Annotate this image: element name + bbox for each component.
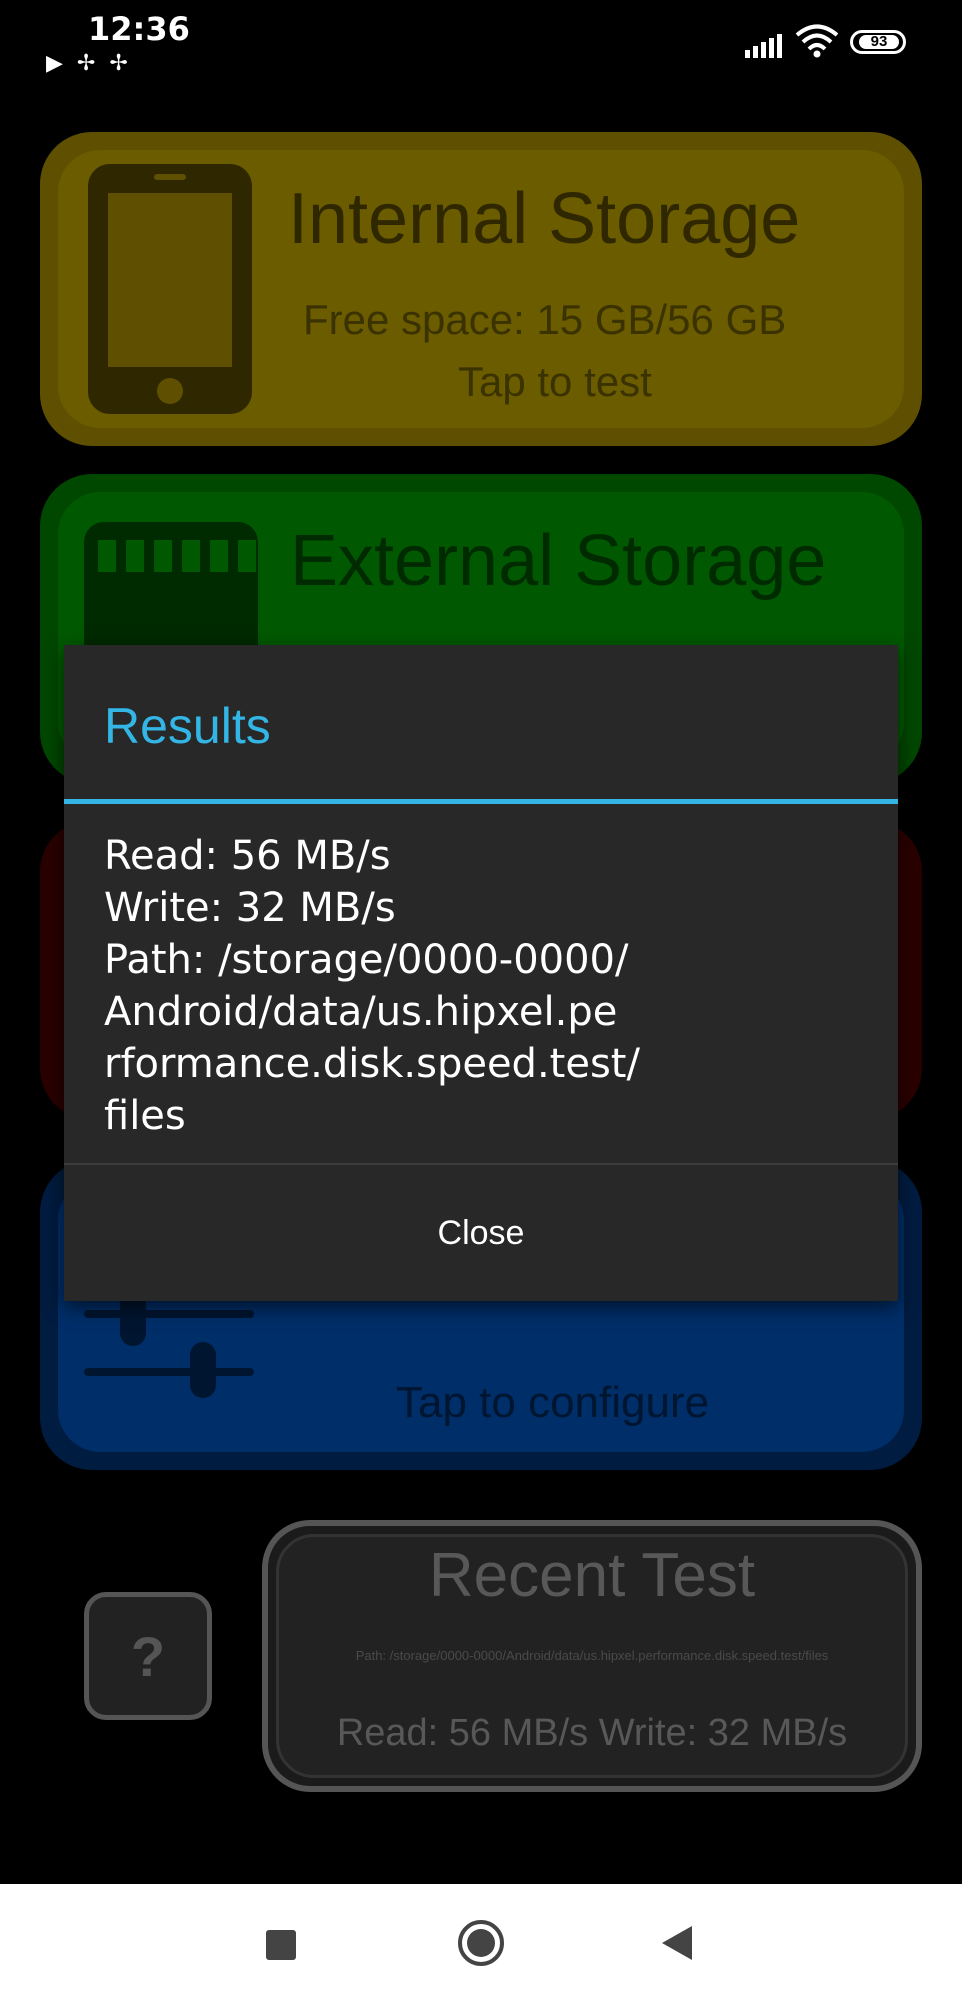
results-dialog: Results Read: 56 MB/s Write: 32 MB/s Pat… — [64, 645, 898, 1301]
battery-icon: 93 — [850, 30, 906, 54]
play-store-icon: ▶ — [46, 50, 63, 75]
phone-icon-speaker — [154, 174, 186, 180]
recent-test-path: Path: /storage/0000-0000/Android/data/us… — [355, 1648, 829, 1663]
back-icon[interactable] — [662, 1926, 692, 1960]
custom-test-action: Tap to configure — [396, 1378, 710, 1427]
sliders-icon — [84, 1290, 260, 1420]
battery-level: 93 — [859, 34, 899, 49]
dialog-title: Results — [104, 698, 271, 754]
home-icon-center — [467, 1929, 495, 1957]
notification-icons: ▶ ✢ ✢ — [46, 50, 128, 76]
internal-storage-action: Tap to test — [458, 358, 652, 405]
status-time: 12:36 — [88, 10, 190, 48]
external-storage-title: External Storage — [290, 521, 827, 601]
recent-test-results: Read: 56 MB/s Write: 32 MB/s — [336, 1712, 848, 1754]
dialog-message: Read: 56 MB/s Write: 32 MB/s Path: /stor… — [104, 833, 640, 1139]
phone-icon-button — [157, 378, 183, 404]
pinwheel-icon: ✢ — [109, 50, 128, 75]
recent-test-title: Recent Test — [428, 1541, 756, 1610]
wifi-icon — [795, 24, 839, 58]
internal-storage-free-space: Free space: 15 GB/56 GB — [303, 296, 787, 343]
help-label: ? — [130, 1624, 166, 1688]
internal-storage-title: Internal Storage — [288, 179, 801, 259]
dialog-title-divider — [64, 799, 898, 804]
close-button[interactable]: Close — [64, 1165, 898, 1301]
sd-card-pins — [98, 540, 256, 572]
help-button[interactable]: ? — [84, 1592, 212, 1720]
phone-icon-screen — [108, 193, 232, 367]
recents-icon[interactable] — [266, 1930, 296, 1960]
pinwheel-icon: ✢ — [76, 50, 96, 75]
signal-icon — [745, 30, 785, 58]
